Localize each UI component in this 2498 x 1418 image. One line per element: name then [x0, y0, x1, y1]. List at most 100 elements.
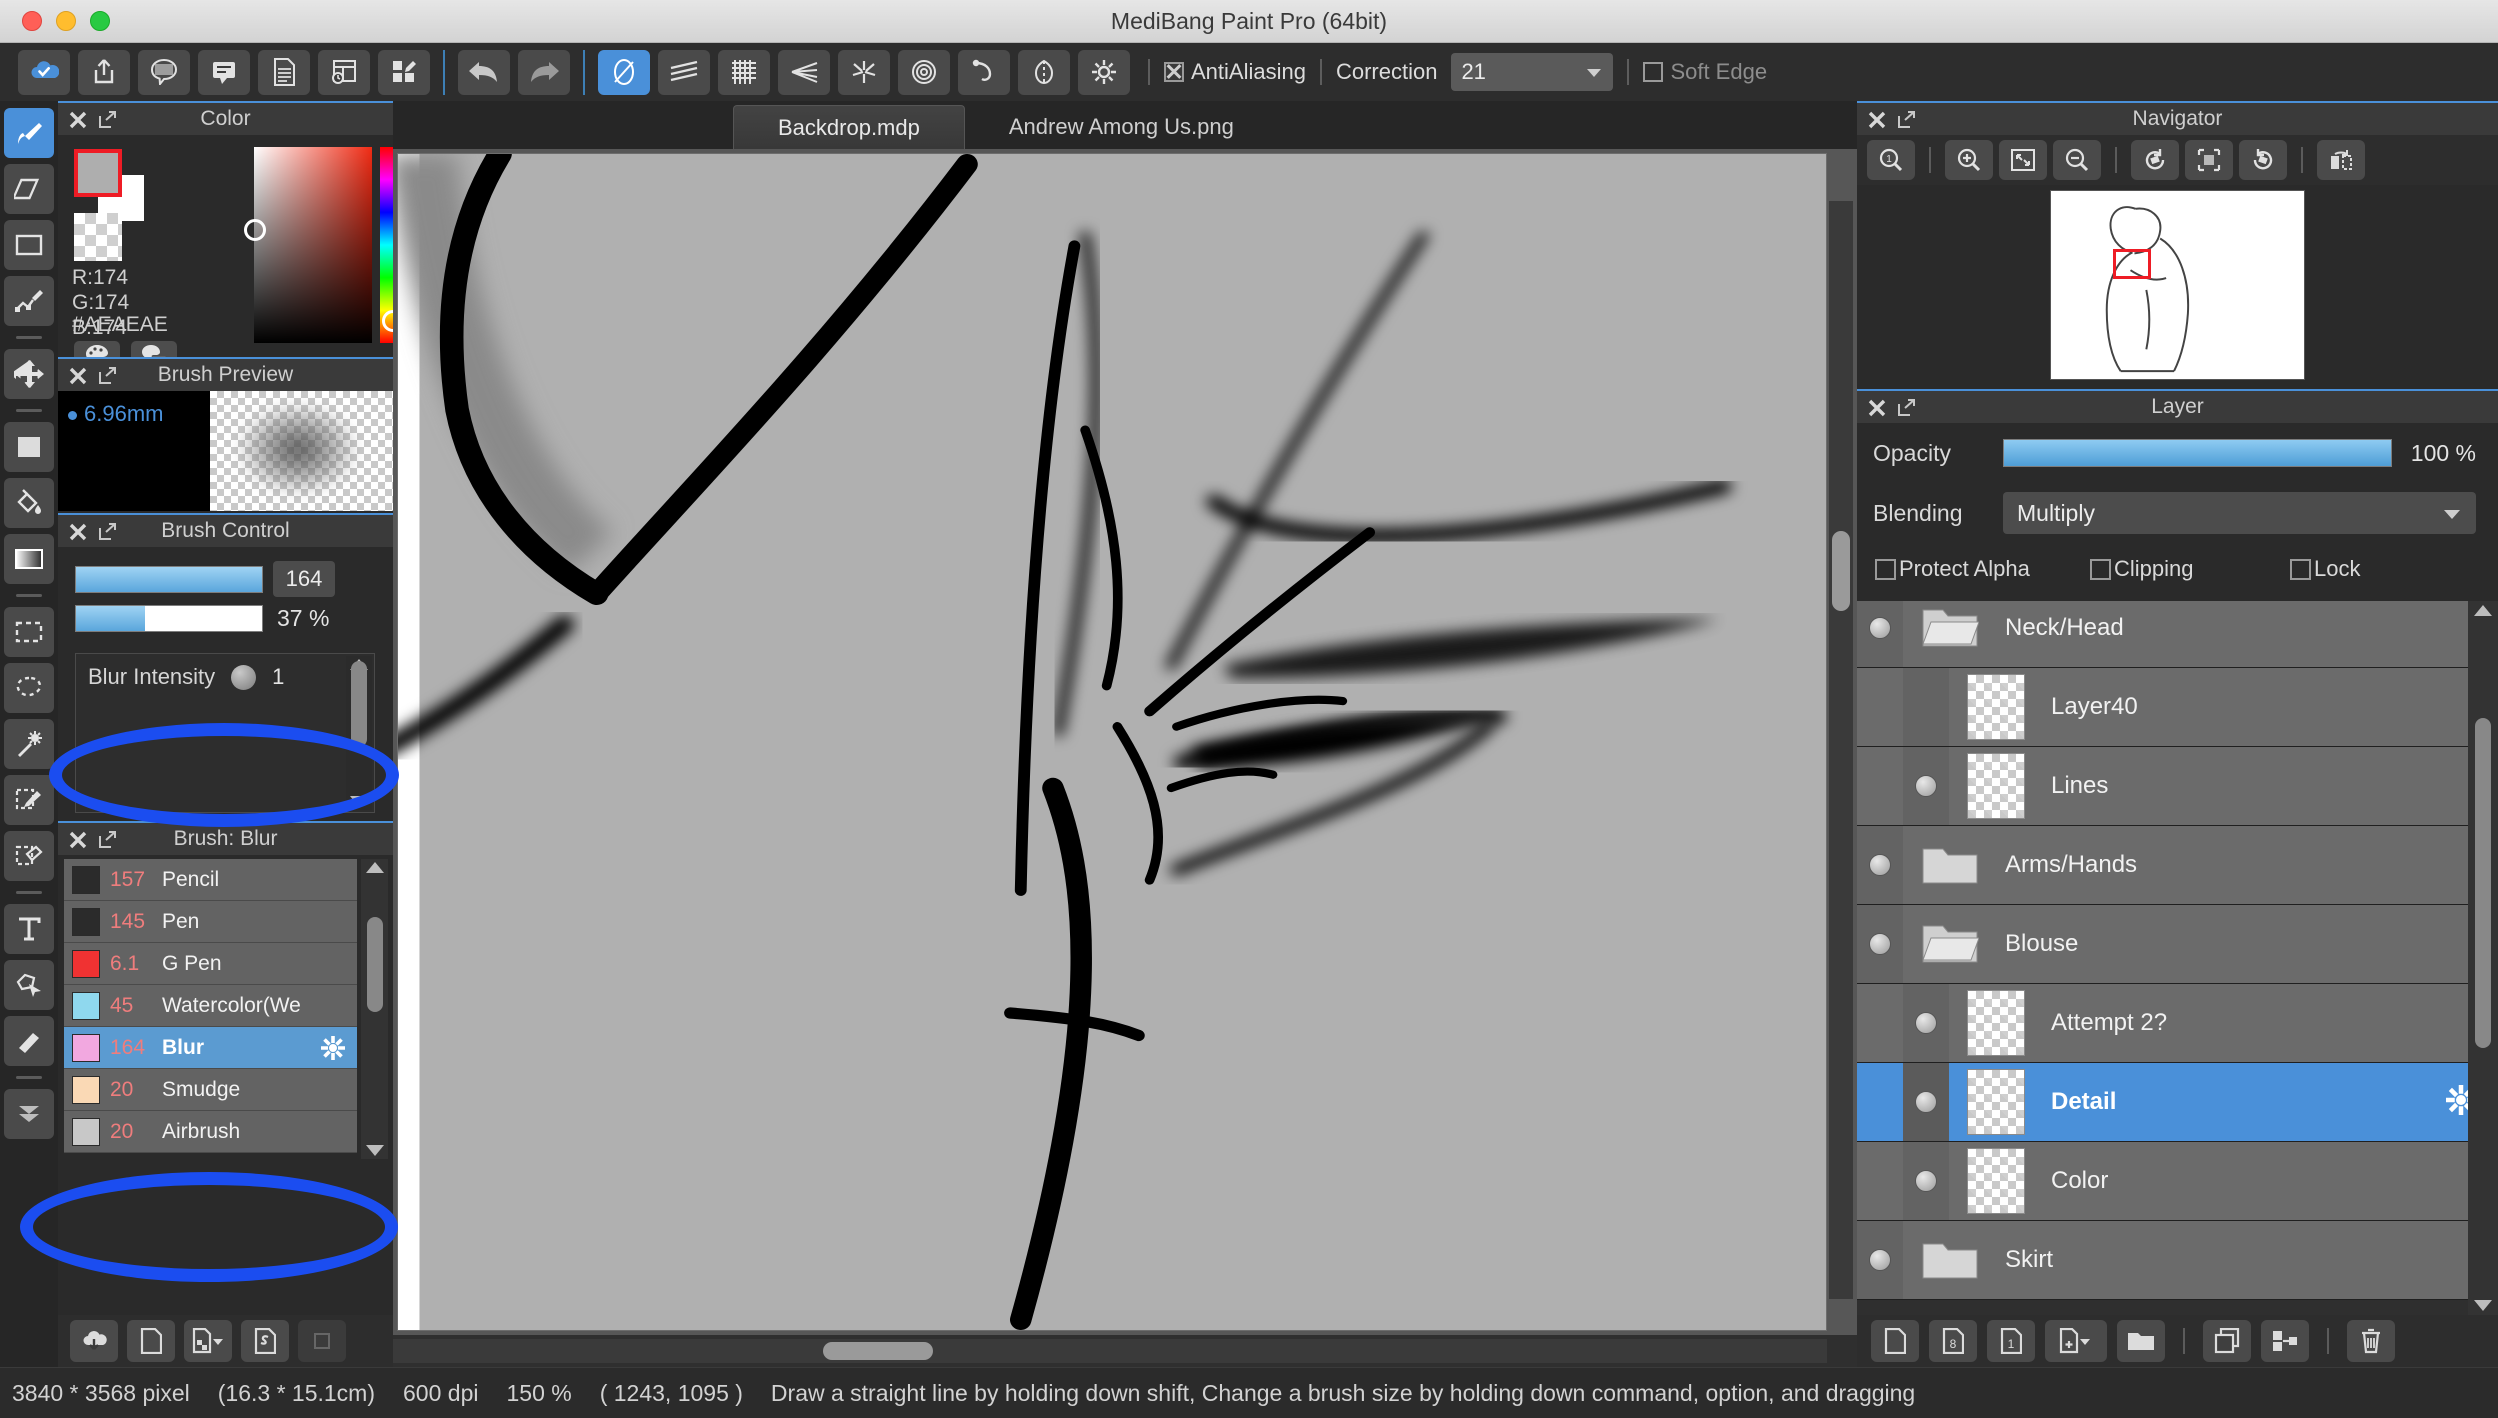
new-folder-icon[interactable]	[2117, 1320, 2165, 1362]
gradient-tool[interactable]	[4, 534, 54, 584]
radial-icon[interactable]	[838, 49, 890, 95]
lock-checkbox[interactable]: Lock	[2290, 556, 2360, 582]
layer-list-item[interactable]: Detail	[1857, 1063, 2498, 1142]
redo-icon[interactable]	[518, 49, 570, 95]
layer-visibility-toggle[interactable]	[1903, 1063, 1949, 1141]
brush-list-item[interactable]: 6.1 G Pen	[64, 943, 357, 985]
layer-list-item[interactable]: Neck/Head	[1857, 601, 2498, 668]
curve-icon[interactable]	[958, 49, 1010, 95]
undo-icon[interactable]	[458, 49, 510, 95]
blending-select[interactable]: Multiply	[2003, 492, 2476, 534]
eraser-tool[interactable]	[4, 164, 54, 214]
zoom-out-icon[interactable]	[2053, 140, 2101, 180]
brush-tool[interactable]	[4, 108, 54, 158]
navigator-thumbnail-area[interactable]	[1857, 185, 2498, 385]
symmetry-icon[interactable]	[1018, 49, 1070, 95]
canvas-horizontal-scrollbar[interactable]	[393, 1339, 1827, 1363]
layer-visibility-toggle[interactable]	[1903, 984, 1949, 1062]
navigator-viewport-box[interactable]	[2113, 249, 2151, 279]
layer-visibility-toggle[interactable]	[1857, 1221, 1903, 1299]
layer-visibility-toggle[interactable]	[1903, 1142, 1949, 1220]
brush-list-item[interactable]: 157 Pencil	[64, 859, 357, 901]
scrollbar-thumb[interactable]	[1832, 531, 1850, 611]
scroll-down-arrow-icon[interactable]	[2474, 1300, 2492, 1311]
close-icon[interactable]	[1867, 110, 1887, 130]
document-tab-0[interactable]: Backdrop.mdp	[733, 105, 965, 149]
reset-rotate-icon[interactable]	[2185, 140, 2233, 180]
popout-icon[interactable]	[1897, 399, 1915, 417]
lasso-select-tool[interactable]	[4, 663, 54, 713]
concentric-circle-icon[interactable]	[898, 49, 950, 95]
close-icon[interactable]	[68, 522, 88, 542]
popout-icon[interactable]	[1897, 111, 1915, 129]
share-upload-icon[interactable]	[78, 49, 130, 95]
close-icon[interactable]	[68, 366, 88, 386]
delete-layer-icon[interactable]	[2347, 1320, 2395, 1362]
layer-visibility-toggle[interactable]	[1903, 747, 1949, 825]
clipping-checkbox[interactable]: Clipping	[2090, 556, 2290, 582]
no-correction-icon[interactable]	[598, 49, 650, 95]
new-1bit-layer-icon[interactable]: 1	[1987, 1320, 2035, 1362]
add-brush-type-icon[interactable]	[184, 1320, 232, 1362]
navigator-thumbnail[interactable]	[2050, 190, 2305, 380]
scroll-down-arrow-icon[interactable]	[365, 1145, 384, 1156]
fit-screen-icon[interactable]	[1999, 140, 2047, 180]
layer-visibility-toggle[interactable]	[1903, 668, 1949, 746]
layer-list-item[interactable]: Skirt	[1857, 1221, 2498, 1300]
speech-balloon-icon[interactable]	[198, 49, 250, 95]
layer-visibility-toggle[interactable]	[1857, 905, 1903, 983]
close-icon[interactable]	[68, 830, 88, 850]
brush-list-item[interactable]: 45 Watercolor(We	[64, 985, 357, 1027]
scroll-up-arrow-icon[interactable]	[365, 862, 384, 873]
popout-icon[interactable]	[98, 367, 116, 385]
popout-icon[interactable]	[98, 831, 116, 849]
fill-rect-tool[interactable]	[4, 422, 54, 472]
layer-list-item[interactable]: Layer40	[1857, 668, 2498, 747]
zoom-in-icon[interactable]	[1945, 140, 1993, 180]
close-icon[interactable]	[68, 110, 88, 130]
polyline-tool[interactable]	[4, 276, 54, 326]
brush-opacity-slider[interactable]	[75, 605, 263, 632]
blur-intensity-row[interactable]: Blur Intensity 1	[76, 654, 374, 690]
select-pen-tool[interactable]	[4, 775, 54, 825]
divide-tool[interactable]	[4, 1089, 54, 1139]
zoom-reset-icon[interactable]: 1	[1867, 140, 1915, 180]
rotate-right-icon[interactable]	[2239, 140, 2287, 180]
brush-size-slider[interactable]	[75, 565, 263, 593]
add-brush-icon[interactable]	[127, 1320, 175, 1362]
brush-list-item[interactable]: 20 Smudge	[64, 1069, 357, 1111]
ruler-settings-icon[interactable]	[1078, 49, 1130, 95]
foreground-color-swatch[interactable]	[74, 149, 122, 197]
document-tab-1[interactable]: Andrew Among Us.png	[964, 105, 1278, 149]
comic-speech-icon[interactable]	[138, 49, 190, 95]
antialiasing-checkbox[interactable]: AntiAliasing	[1164, 59, 1306, 85]
download-brush-icon[interactable]	[70, 1320, 118, 1362]
flip-horizontal-icon[interactable]	[2317, 140, 2365, 180]
layer-list-item[interactable]: Blouse	[1857, 905, 2498, 984]
soft-edge-checkbox[interactable]: Soft Edge	[1643, 59, 1767, 85]
move-tool[interactable]	[4, 349, 54, 399]
script-brush-icon[interactable]	[241, 1320, 289, 1362]
scroll-down-arrow-icon[interactable]	[350, 796, 368, 807]
brush-parameter-scrollbar[interactable]	[346, 656, 372, 810]
shape-tool[interactable]	[4, 220, 54, 270]
layer-list-scrollbar[interactable]	[2468, 601, 2498, 1315]
brush-list-item[interactable]: 164 Blur	[64, 1027, 357, 1069]
bucket-tool[interactable]	[4, 478, 54, 528]
layer-visibility-toggle[interactable]	[1857, 826, 1903, 904]
panel-edit-icon[interactable]	[378, 49, 430, 95]
brush-list-item[interactable]: 145 Pen	[64, 901, 357, 943]
transform-tool[interactable]	[4, 960, 54, 1010]
blur-intensity-knob[interactable]	[231, 664, 257, 690]
hand-tool[interactable]	[4, 1016, 54, 1066]
color-square-picker[interactable]	[254, 147, 372, 343]
popout-icon[interactable]	[98, 111, 116, 129]
transparent-color-swatch[interactable]	[74, 213, 122, 261]
new-8bit-layer-icon[interactable]: 8	[1929, 1320, 1977, 1362]
merge-layer-icon[interactable]	[2261, 1320, 2309, 1362]
page-icon[interactable]	[258, 49, 310, 95]
protect-alpha-checkbox[interactable]: Protect Alpha	[1875, 556, 2090, 582]
scrollbar-thumb[interactable]	[823, 1342, 933, 1360]
brush-list-scrollbar[interactable]	[361, 859, 388, 1159]
new-layer-icon[interactable]	[1871, 1320, 1919, 1362]
